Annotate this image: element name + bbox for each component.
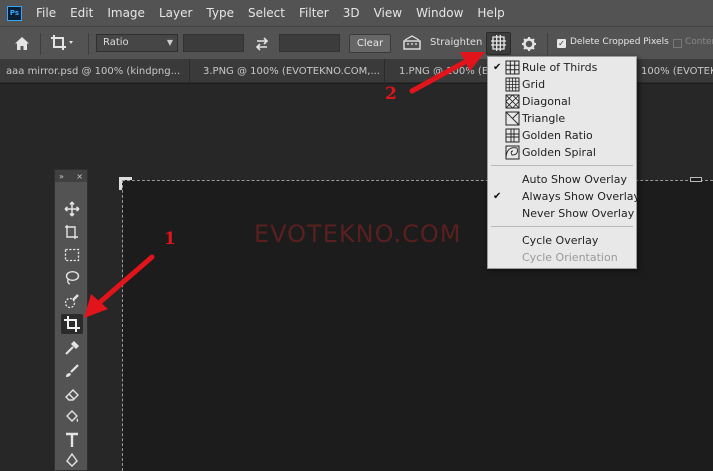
grid-overlay-icon xyxy=(491,35,506,51)
crop-handle-top-left-vertical[interactable] xyxy=(119,177,122,190)
straighten-icon[interactable] xyxy=(402,34,422,52)
tab-label: aaa mirror.psd @ 100% (kindpng... xyxy=(6,65,181,77)
golden-spiral-icon xyxy=(505,145,520,160)
menu-item-auto-show-overlay[interactable]: Auto Show Overlay xyxy=(488,171,636,188)
tab-aaa-mirror[interactable]: aaa mirror.psd @ 100% (kindpng... × xyxy=(0,59,190,83)
menu-item-golden-spiral[interactable]: Golden Spiral xyxy=(488,144,636,161)
swap-icon[interactable] xyxy=(253,35,271,52)
delete-cropped-pixels-checkbox[interactable]: ✓ xyxy=(557,39,566,48)
clear-button[interactable]: Clear xyxy=(349,34,391,53)
toolbox-header: » × xyxy=(55,170,87,182)
menu-item-triangle[interactable]: Triangle xyxy=(488,110,636,127)
rule-of-thirds-icon xyxy=(505,60,520,75)
check-icon: ✔ xyxy=(493,191,502,202)
menu-help[interactable]: Help xyxy=(477,6,504,20)
close-icon[interactable]: × xyxy=(188,66,189,77)
lasso-tool-icon[interactable] xyxy=(61,268,83,288)
type-tool-icon[interactable] xyxy=(61,430,83,450)
pen-tool-icon[interactable] xyxy=(61,453,83,467)
tab-label: 1.PNG @ 100% (E xyxy=(399,65,488,77)
menu-filter[interactable]: Filter xyxy=(299,6,329,20)
chevron-down-icon: ▼ xyxy=(166,38,173,47)
golden-ratio-icon xyxy=(505,128,520,143)
marquee-tool-icon[interactable] xyxy=(61,245,83,265)
triangle-icon xyxy=(505,111,520,126)
crop-preset-icon[interactable] xyxy=(48,32,76,54)
watermark: EVOTEKNO.COM xyxy=(254,220,462,248)
height-field[interactable] xyxy=(279,34,340,52)
overlay-options-menu: ✔ Rule of Thirds Grid Diagonal Triangle … xyxy=(487,56,640,269)
tab-label: 100% (EVOTEK xyxy=(641,65,713,77)
width-field[interactable] xyxy=(183,34,244,52)
straighten-label[interactable]: Straighten xyxy=(430,37,482,48)
menu-image[interactable]: Image xyxy=(107,6,145,20)
home-icon[interactable] xyxy=(12,34,32,52)
menu-file[interactable]: File xyxy=(36,6,56,20)
options-bar: Ratio ▼ Clear Straighten ✓ Delete Croppe… xyxy=(0,26,713,59)
tab-label: 3.PNG @ 100% (EVOTEKNO.COM,... xyxy=(203,65,380,77)
menu-item-never-show-overlay[interactable]: Never Show Overlay xyxy=(488,205,636,222)
menu-window[interactable]: Window xyxy=(416,6,463,20)
delete-cropped-pixels-label: Delete Cropped Pixels xyxy=(570,37,669,47)
diagonal-icon xyxy=(505,94,520,109)
menu-item-diagonal[interactable]: Diagonal xyxy=(488,93,636,110)
ratio-select[interactable]: Ratio ▼ xyxy=(96,34,178,52)
menu-view[interactable]: View xyxy=(374,6,402,20)
menu-bar: Ps File Edit Image Layer Type Select Fil… xyxy=(0,0,713,26)
collapse-icon[interactable]: » xyxy=(59,172,64,181)
tab-4[interactable]: 100% (EVOTEK xyxy=(636,59,713,83)
menu-item-cycle-overlay[interactable]: Cycle Overlay xyxy=(488,232,636,249)
eyedropper-tool-icon[interactable] xyxy=(61,338,83,358)
close-icon[interactable]: × xyxy=(76,172,83,181)
crop-handle-top[interactable] xyxy=(690,177,702,182)
photoshop-logo: Ps xyxy=(7,5,22,21)
brush-tool-icon[interactable] xyxy=(61,361,83,381)
menu-item-cycle-orientation: Cycle Orientation xyxy=(522,251,618,264)
quick-selection-tool-icon[interactable] xyxy=(61,291,83,311)
menu-item-grid[interactable]: Grid xyxy=(488,76,636,93)
menu-item-rule-of-thirds[interactable]: ✔ Rule of Thirds xyxy=(488,59,636,76)
gear-icon[interactable] xyxy=(520,35,538,53)
overlay-options-button[interactable] xyxy=(486,32,511,55)
menu-3d[interactable]: 3D xyxy=(343,6,360,20)
menu-layer[interactable]: Layer xyxy=(159,6,192,20)
menu-item-golden-ratio[interactable]: Golden Ratio xyxy=(488,127,636,144)
crop-tool-icon[interactable] xyxy=(61,314,83,334)
tab-1-png[interactable]: 1.PNG @ 100% (E xyxy=(393,59,488,83)
artboard-tool-icon[interactable] xyxy=(61,222,83,242)
step-1-label: 1 xyxy=(164,229,176,249)
move-tool-icon[interactable] xyxy=(61,199,83,219)
content-aware-checkbox[interactable] xyxy=(673,39,682,48)
grid-icon xyxy=(505,77,520,92)
content-aware-label: Content xyxy=(685,37,713,47)
menu-type[interactable]: Type xyxy=(206,6,234,20)
check-icon: ✔ xyxy=(493,62,502,73)
menu-edit[interactable]: Edit xyxy=(70,6,93,20)
toolbox: » × xyxy=(54,169,88,471)
menu-select[interactable]: Select xyxy=(248,6,285,20)
tab-3-png[interactable]: 3.PNG @ 100% (EVOTEKNO.COM,... × xyxy=(197,59,385,83)
paint-bucket-tool-icon[interactable] xyxy=(61,407,83,427)
eraser-tool-icon[interactable] xyxy=(61,384,83,404)
step-2-label: 2 xyxy=(385,84,397,104)
menu-item-always-show-overlay[interactable]: ✔ Always Show Overlay xyxy=(488,188,640,205)
